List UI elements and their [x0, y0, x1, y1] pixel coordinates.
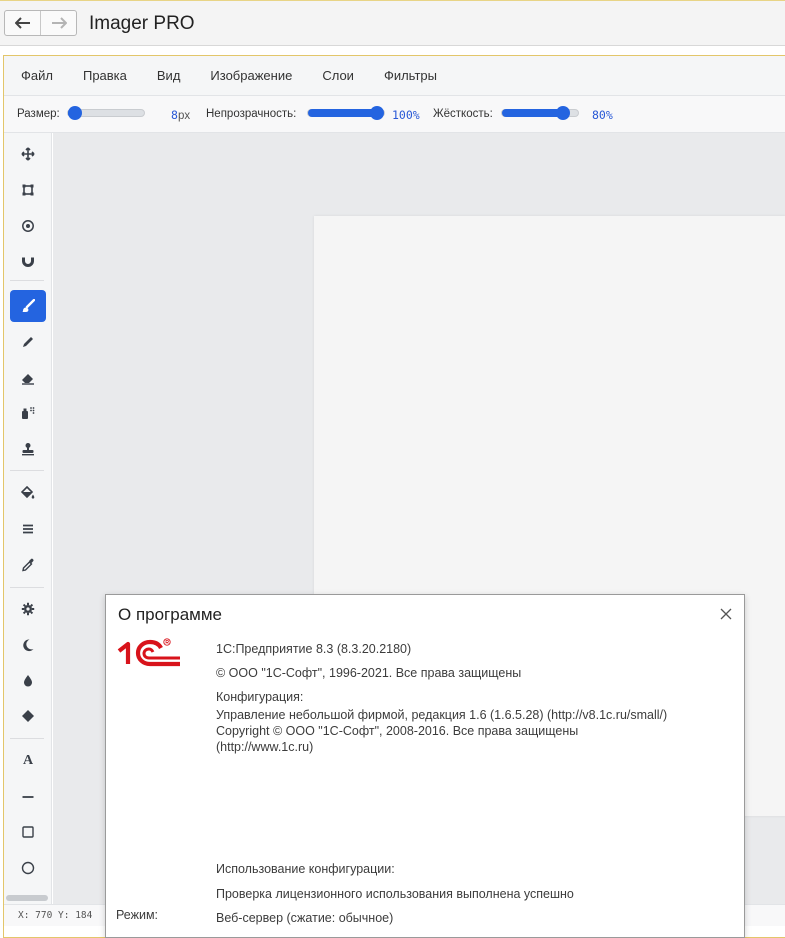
- 1c-logo-icon: [117, 638, 180, 667]
- configuration-url: (http://www.1c.ru): [216, 740, 314, 754]
- tool-ellipse-select[interactable]: [10, 210, 46, 242]
- forward-button[interactable]: [40, 11, 76, 35]
- license-status: Проверка лицензионного использования вып…: [216, 887, 574, 901]
- app-header: Imager PRO: [0, 0, 785, 46]
- hardness-slider-thumb[interactable]: [555, 106, 570, 120]
- moon-icon: [23, 639, 34, 652]
- menu-layers[interactable]: Слои: [322, 68, 354, 83]
- close-icon[interactable]: [718, 606, 734, 622]
- spray-icon: [22, 407, 35, 419]
- back-button[interactable]: [5, 11, 40, 35]
- toolbox-separator: [10, 587, 44, 588]
- tool-dodge[interactable]: [10, 629, 46, 661]
- tool-pencil[interactable]: [10, 326, 46, 358]
- platform-copyright: © ООО "1С-Софт", 1996-2021. Все права за…: [216, 666, 522, 680]
- rectangle-icon: [22, 826, 34, 838]
- dialog-title: О программе: [118, 605, 223, 624]
- tool-magnet[interactable]: [10, 245, 46, 277]
- tool-circle[interactable]: [10, 852, 46, 884]
- fill-bucket-icon: [21, 486, 35, 499]
- menu-view[interactable]: Вид: [157, 68, 181, 83]
- tool-move[interactable]: [10, 138, 46, 170]
- menu-filters[interactable]: Фильтры: [384, 68, 437, 83]
- cursor-coordinates: X: 770 Y: 184: [18, 910, 93, 921]
- eraser-icon: [22, 374, 34, 385]
- toolbox-separator: [10, 280, 44, 281]
- brush-icon: [22, 299, 35, 312]
- size-value: 8px: [171, 108, 191, 122]
- hardness-label: Жёсткость:: [433, 108, 493, 120]
- menu-image[interactable]: Изображение: [210, 68, 292, 83]
- toolbox-separator: [10, 738, 44, 739]
- app-title: Imager PRO: [89, 13, 195, 34]
- menu-file[interactable]: Файл: [21, 68, 53, 83]
- tool-line[interactable]: [10, 781, 46, 813]
- configuration-copyright: Copyright © ООО "1С-Софт", 2008-2016. Вс…: [216, 724, 579, 738]
- tool-sharpen[interactable]: [10, 700, 46, 732]
- mode-value: Веб-сервер (сжатие: обычное): [216, 911, 394, 925]
- configuration-name: Управление небольшой фирмой, редакция 1.…: [216, 708, 668, 722]
- line-icon: [22, 796, 34, 798]
- size-label: Размер:: [17, 108, 60, 120]
- menu-edit[interactable]: Правка: [83, 68, 127, 83]
- about-dialog: О программе 1С:Предприятие 8.3 (8.3.20.2…: [105, 594, 745, 938]
- opacity-label: Непрозрачность:: [206, 108, 297, 120]
- tool-stamp[interactable]: [10, 433, 46, 465]
- hardness-slider[interactable]: [501, 106, 579, 120]
- tool-brush[interactable]: [10, 290, 46, 322]
- diamond-icon: [22, 710, 34, 722]
- opacity-value: 100%: [392, 108, 420, 122]
- opacity-slider-thumb[interactable]: [370, 106, 384, 120]
- tool-fill-bucket[interactable]: [10, 477, 46, 509]
- hardness-slider-fill: [502, 109, 563, 117]
- gradient-icon: [23, 524, 33, 534]
- opacity-slider-fill: [308, 109, 377, 117]
- arrow-right-icon: [51, 17, 67, 29]
- size-unit: px: [177, 110, 191, 122]
- eyedropper-icon: [22, 558, 34, 572]
- mode-label: Режим:: [116, 908, 159, 922]
- ellipse-select-icon: [22, 220, 34, 232]
- tool-options-bar: Размер: 8px Непрозрачность: 100% Жёсткос…: [4, 96, 785, 133]
- drop-icon: [24, 675, 32, 687]
- move-icon: [21, 147, 35, 161]
- toolbox: A: [4, 133, 52, 904]
- size-slider[interactable]: [67, 106, 145, 120]
- tool-eraser[interactable]: [10, 362, 46, 394]
- tool-blur[interactable]: [10, 665, 46, 697]
- tool-rectangle[interactable]: [10, 816, 46, 848]
- text-tool-icon: A: [22, 753, 34, 768]
- menu-bar: Файл Правка Вид Изображение Слои Фильтры: [4, 56, 785, 96]
- configuration-label: Конфигурация:: [216, 690, 304, 704]
- pencil-icon: [23, 337, 33, 347]
- usage-label: Использование конфигурации:: [216, 862, 395, 876]
- opacity-slider[interactable]: [307, 106, 385, 120]
- toolbox-scrollbar[interactable]: [6, 895, 48, 901]
- circle-icon: [21, 861, 35, 875]
- crop-icon: [22, 184, 34, 196]
- arrow-left-icon: [14, 17, 30, 29]
- magnet-icon: [22, 255, 34, 267]
- tool-text[interactable]: A: [10, 745, 46, 777]
- tool-gradient[interactable]: [10, 513, 46, 545]
- platform-version: 1С:Предприятие 8.3 (8.3.20.2180): [216, 642, 412, 656]
- size-slider-thumb[interactable]: [68, 106, 82, 120]
- tool-adjust[interactable]: [10, 593, 46, 625]
- tool-spray[interactable]: [10, 397, 46, 429]
- stamp-icon: [22, 443, 34, 456]
- gear-icon: [21, 602, 35, 616]
- hardness-value: 80%: [592, 108, 613, 122]
- tool-crop[interactable]: [10, 174, 46, 206]
- navigation-buttons: [4, 10, 77, 36]
- tool-eyedropper[interactable]: [10, 549, 46, 581]
- toolbox-separator: [10, 470, 44, 471]
